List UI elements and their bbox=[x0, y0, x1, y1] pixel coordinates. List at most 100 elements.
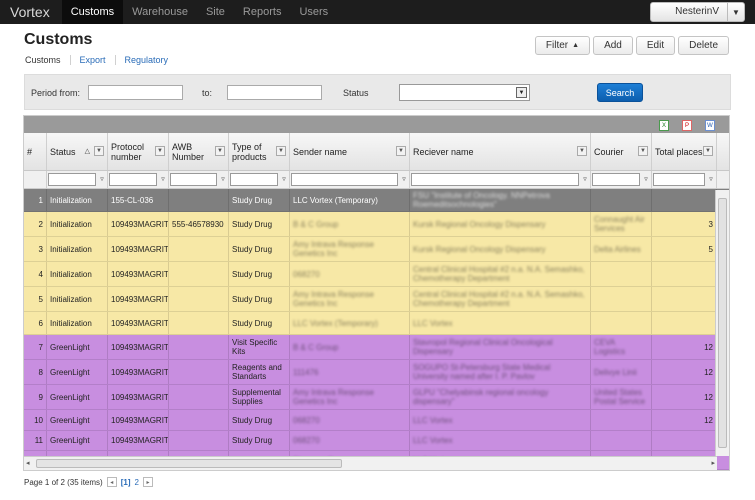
col-header-awb[interactable]: AWB Number ▼ bbox=[169, 133, 229, 170]
filter-funnel-icon[interactable]: ▿ bbox=[219, 175, 227, 184]
receiver-filter-input[interactable]: ▿ bbox=[410, 171, 591, 188]
cell-sender: 111476 bbox=[290, 360, 410, 384]
cell-places bbox=[652, 287, 717, 311]
col-header-type[interactable]: Type of products ▼ bbox=[229, 133, 290, 170]
filter-button[interactable]: Filter ▲ bbox=[534, 36, 591, 55]
table-row[interactable]: 4 Initialization 109493MAGRIT Study Drug 068… bbox=[24, 262, 729, 287]
cell-status: GreenLight bbox=[47, 410, 108, 430]
table-row[interactable]: 3 Initialization 109493MAGRIT Study Drug Amy… bbox=[24, 237, 729, 262]
vertical-scrollbar[interactable] bbox=[715, 190, 729, 456]
table-row[interactable]: 10 GreenLight 109493MAGRIT Study Drug 068270… bbox=[24, 410, 729, 431]
next-page-icon[interactable]: ▸ bbox=[142, 477, 153, 487]
places-filter-input[interactable]: ▿ bbox=[652, 171, 717, 188]
cell-num: 4 bbox=[24, 262, 47, 286]
awb-filter-input[interactable]: ▿ bbox=[169, 171, 229, 188]
cell-protocol: 109493MAGRIT bbox=[108, 312, 169, 334]
search-button[interactable]: Search bbox=[597, 83, 643, 102]
filter-dropdown-icon[interactable]: ▼ bbox=[577, 146, 587, 156]
table-row[interactable]: 6 Initialization 109493MAGRIT Study Drug LLC… bbox=[24, 312, 729, 335]
delete-button[interactable]: Delete bbox=[678, 36, 729, 55]
page-link-2[interactable]: 2 bbox=[135, 478, 139, 487]
subnav-regulatory[interactable]: Regulatory bbox=[114, 55, 178, 65]
filter-dropdown-icon[interactable]: ▼ bbox=[155, 146, 165, 156]
table-row[interactable]: 5 Initialization 109493MAGRIT Study Drug Amy… bbox=[24, 287, 729, 312]
filter-funnel-icon[interactable]: ▿ bbox=[400, 175, 408, 184]
cell-status: GreenLight bbox=[47, 360, 108, 384]
filter-funnel-icon[interactable]: ▿ bbox=[581, 175, 589, 184]
table-row[interactable]: 7 GreenLight 109493MAGRIT Visit Specific Ki… bbox=[24, 335, 729, 360]
scroll-left-icon[interactable]: ◂ bbox=[26, 459, 30, 467]
vertical-scroll-thumb[interactable] bbox=[718, 198, 727, 448]
chevron-down-icon[interactable]: ▼ bbox=[728, 3, 744, 21]
col-header-total-places[interactable]: Total places ▼ bbox=[652, 133, 717, 170]
cell-receiver: Central Clinical Hospital #2 n.a. N.A. S… bbox=[410, 287, 591, 311]
cell-places: 3 bbox=[652, 212, 717, 236]
subnav-export[interactable]: Export bbox=[69, 55, 115, 65]
cell-status: GreenLight bbox=[47, 385, 108, 409]
scroll-right-icon[interactable]: ▸ bbox=[711, 459, 715, 467]
filter-dropdown-icon[interactable]: ▼ bbox=[215, 146, 225, 156]
filter-dropdown-icon[interactable]: ▼ bbox=[703, 146, 713, 156]
cell-status: Initialization bbox=[47, 312, 108, 334]
cell-places bbox=[652, 431, 717, 450]
filter-dropdown-icon[interactable]: ▼ bbox=[396, 146, 406, 156]
col-header-sender[interactable]: Sender name ▼ bbox=[290, 133, 410, 170]
cell-type: Study Drug bbox=[229, 312, 290, 334]
courier-filter-input[interactable]: ▿ bbox=[591, 171, 652, 188]
sort-asc-icon[interactable]: △ bbox=[85, 147, 90, 157]
nav-customs[interactable]: Customs bbox=[61, 0, 124, 24]
table-row[interactable]: 11 GreenLight 109493MAGRIT Study Drug 068270… bbox=[24, 431, 729, 451]
status-filter-input[interactable]: ▿ bbox=[47, 171, 108, 188]
edit-button[interactable]: Edit bbox=[635, 36, 676, 55]
nav-warehouse[interactable]: Warehouse bbox=[123, 0, 197, 24]
table-row[interactable]: 1 Initialization 155-CL-036 Study Drug LLC V… bbox=[24, 189, 729, 212]
filter-dropdown-icon[interactable]: ▼ bbox=[276, 146, 286, 156]
cell-awb bbox=[169, 262, 229, 286]
filter-funnel-icon[interactable]: ▿ bbox=[280, 175, 288, 184]
export-word-icon[interactable]: W bbox=[705, 120, 715, 131]
filter-funnel-icon[interactable]: ▿ bbox=[642, 175, 650, 184]
user-name[interactable]: NesterinV bbox=[651, 3, 728, 21]
horizontal-scroll-thumb[interactable] bbox=[36, 459, 342, 468]
type-filter-input[interactable]: ▿ bbox=[229, 171, 290, 188]
table-row[interactable]: 8 GreenLight 109493MAGRIT Reagents and Stan… bbox=[24, 360, 729, 385]
nav-users[interactable]: Users bbox=[290, 0, 337, 24]
add-button[interactable]: Add bbox=[593, 36, 633, 55]
filter-dropdown-icon[interactable]: ▼ bbox=[638, 146, 648, 156]
cell-places: 12 bbox=[652, 360, 717, 384]
subnav: Customs Export Regulatory bbox=[25, 55, 177, 65]
table-row[interactable]: 9 GreenLight 109493MAGRIT Supplemental Supp… bbox=[24, 385, 729, 410]
nav-reports[interactable]: Reports bbox=[234, 0, 291, 24]
toolbar: Filter ▲ Add Edit Delete bbox=[534, 36, 729, 55]
col-header-receiver[interactable]: Reciever name ▼ bbox=[410, 133, 591, 170]
table-row[interactable]: 2 Initialization 109493MAGRIT 555-46578930 S… bbox=[24, 212, 729, 237]
prev-page-icon[interactable]: ◂ bbox=[106, 477, 117, 487]
cell-sender: B & C Group bbox=[290, 212, 410, 236]
col-header-status[interactable]: Status △ ▼ bbox=[47, 133, 108, 170]
col-header-courier[interactable]: Courier ▼ bbox=[591, 133, 652, 170]
filter-funnel-icon[interactable]: ▿ bbox=[707, 175, 715, 184]
filter-funnel-icon[interactable]: ▿ bbox=[98, 175, 106, 184]
col-header-protocol[interactable]: Protocol number ▼ bbox=[108, 133, 169, 170]
nav-site[interactable]: Site bbox=[197, 0, 234, 24]
status-select[interactable]: ▼ bbox=[399, 84, 530, 101]
cell-sender: 068270 bbox=[290, 262, 410, 286]
page-link-1[interactable]: [1] bbox=[121, 478, 131, 487]
export-excel-icon[interactable]: X bbox=[659, 120, 669, 131]
cell-receiver: LLC Vortex bbox=[410, 312, 591, 334]
horizontal-scrollbar[interactable]: ◂ ▸ bbox=[24, 456, 717, 470]
sender-filter-input[interactable]: ▿ bbox=[290, 171, 410, 188]
period-to-input[interactable] bbox=[227, 85, 322, 100]
cell-protocol: 109493MAGRIT bbox=[108, 287, 169, 311]
dropdown-arrow-icon[interactable]: ▼ bbox=[516, 87, 527, 98]
cell-type: Reagents and Standarts bbox=[229, 360, 290, 384]
export-pdf-icon[interactable]: P bbox=[682, 120, 692, 131]
user-menu[interactable]: NesterinV ▼ bbox=[650, 2, 745, 22]
cell-courier bbox=[591, 431, 652, 450]
customs-grid: X P W # Status △ ▼ Protocol number ▼ AWB Nu… bbox=[23, 115, 730, 471]
brand-logo[interactable]: Vortex bbox=[0, 0, 62, 24]
period-from-input[interactable] bbox=[88, 85, 183, 100]
filter-funnel-icon[interactable]: ▿ bbox=[159, 175, 167, 184]
protocol-filter-input[interactable]: ▿ bbox=[108, 171, 169, 188]
filter-dropdown-icon[interactable]: ▼ bbox=[94, 146, 104, 156]
